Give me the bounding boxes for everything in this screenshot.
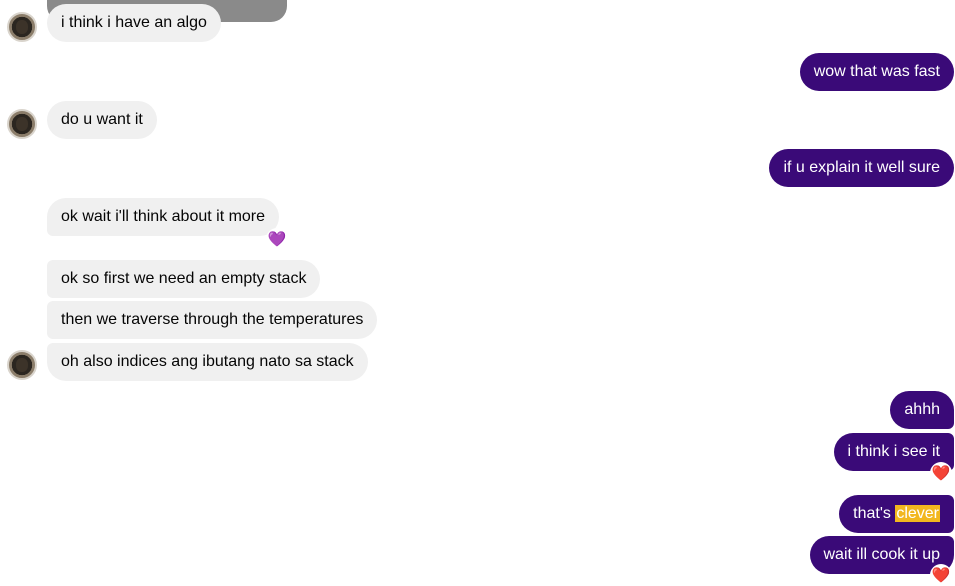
heart-reaction-icon[interactable]: ❤️ bbox=[930, 462, 952, 484]
incoming-message[interactable]: ok so first we need an empty stack bbox=[47, 260, 321, 298]
heart-reaction-icon[interactable]: ❤️ bbox=[930, 564, 952, 586]
contact-avatar[interactable] bbox=[7, 350, 37, 380]
red-heart-icon: ❤️ bbox=[931, 566, 951, 584]
avatar-icon bbox=[16, 117, 28, 131]
purple-heart-reaction-icon[interactable]: 💜 bbox=[266, 228, 288, 250]
incoming-message[interactable]: oh also indices ang ibutang nato sa stac… bbox=[47, 343, 368, 381]
message-text: that's bbox=[853, 505, 896, 522]
purple-heart-icon: 💜 bbox=[267, 230, 287, 248]
red-heart-icon: ❤️ bbox=[931, 464, 951, 482]
incoming-message[interactable]: ok wait i'll think about it more bbox=[47, 198, 280, 236]
outgoing-message[interactable]: if u explain it well sure bbox=[769, 149, 954, 187]
avatar-icon bbox=[16, 358, 28, 372]
incoming-message[interactable]: then we traverse through the temperature… bbox=[47, 301, 378, 339]
contact-avatar[interactable] bbox=[7, 12, 37, 42]
outgoing-message[interactable]: wow that was fast bbox=[799, 53, 954, 91]
contact-avatar[interactable] bbox=[7, 109, 37, 139]
incoming-message[interactable]: i think i have an algo bbox=[47, 4, 221, 42]
outgoing-message[interactable]: that's clever bbox=[839, 495, 954, 533]
highlighted-word: clever bbox=[895, 505, 940, 522]
incoming-message[interactable]: do u want it bbox=[47, 101, 157, 139]
avatar-icon bbox=[16, 20, 28, 34]
chat-thread: i think i have an algo wow that was fast… bbox=[0, 0, 955, 586]
outgoing-message[interactable]: ahhh bbox=[890, 391, 954, 429]
